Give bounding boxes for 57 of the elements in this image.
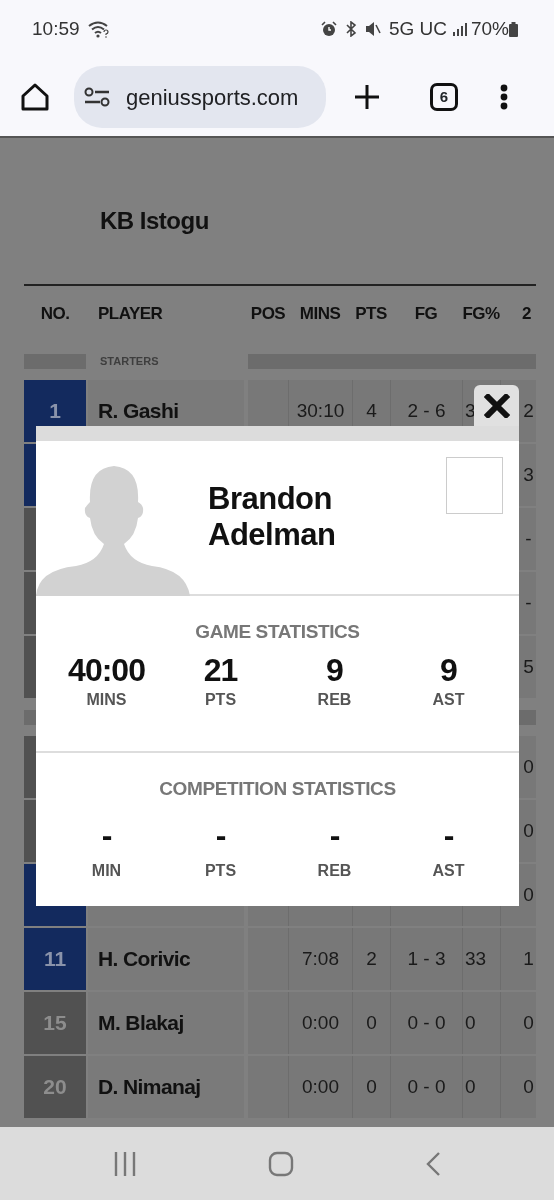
player-name[interactable]: M. Blakaj (88, 992, 244, 1054)
column-header[interactable]: FG% (462, 301, 500, 327)
player-name[interactable]: H. Corivic (88, 928, 244, 990)
stat-cell: 0 (500, 992, 536, 1054)
player-last-name: Adelman (208, 516, 336, 553)
stat-value: - (214, 817, 227, 853)
player-name[interactable]: D. Nimanaj (88, 1056, 244, 1118)
stat-cell: 0 (500, 1056, 536, 1118)
column-header[interactable]: FG (390, 301, 462, 327)
clock-time: 10:59 (32, 16, 80, 41)
stat-cell: 0 (462, 1056, 500, 1118)
stat-cell: 0 - 0 (390, 1056, 462, 1118)
stat-label: PTS (203, 689, 238, 710)
column-header[interactable]: PLAYER (88, 301, 244, 327)
battery-percent: 70% (470, 16, 509, 41)
stat-label: REB (316, 689, 353, 710)
stat-cell: 33 (462, 928, 500, 990)
column-header[interactable]: MINS (288, 301, 352, 327)
stat-cell: 0:00 (288, 1056, 352, 1118)
stat-cell: 0 (352, 1056, 390, 1118)
column-header[interactable]: POS (248, 301, 288, 327)
stat-label: AST (431, 860, 466, 881)
stat-value: 40:00 (67, 652, 146, 688)
jersey-number: 11 (24, 928, 86, 990)
stat-label: MINS (85, 689, 128, 710)
stat-value: - (100, 817, 113, 853)
stat-label: MIN (90, 860, 123, 881)
stat-value: 9 (325, 652, 344, 688)
column-header[interactable]: NO. (24, 301, 86, 327)
stat-cell: 0:00 (288, 992, 352, 1054)
stat-value: 21 (202, 652, 239, 688)
player-first-name: Brandon (208, 481, 333, 517)
stat-cell: 0 (352, 992, 390, 1054)
stat-value: - (442, 817, 455, 853)
stat-label: AST (431, 689, 466, 710)
network-label: 5G UC (388, 16, 447, 41)
stat-value: - (328, 817, 341, 853)
jersey-number: 15 (24, 992, 86, 1054)
address-bar[interactable]: geniussports.com (74, 66, 326, 128)
stat-cell: 0 (462, 992, 500, 1054)
section-label: STARTERS (99, 354, 160, 369)
stats-heading: COMPETITION STATISTICS (158, 777, 397, 801)
stat-cell: 2 (352, 928, 390, 990)
team-name: KB Istogu (99, 206, 210, 236)
tab-count-button[interactable]: 6 (430, 83, 458, 111)
stat-value: 9 (439, 652, 458, 688)
stat-cell: 7:08 (288, 928, 352, 990)
stat-cell: 1 - 3 (390, 928, 462, 990)
stat-label: PTS (203, 860, 238, 881)
stats-heading: GAME STATISTICS (194, 620, 361, 644)
stat-label: REB (316, 860, 353, 881)
column-header[interactable]: 2 (500, 301, 536, 327)
url-text: geniussports.com (126, 83, 299, 112)
column-header[interactable]: PTS (352, 301, 390, 327)
jersey-number: 20 (24, 1056, 86, 1118)
stat-cell: 1 (500, 928, 536, 990)
stat-cell: 0 - 0 (390, 992, 462, 1054)
